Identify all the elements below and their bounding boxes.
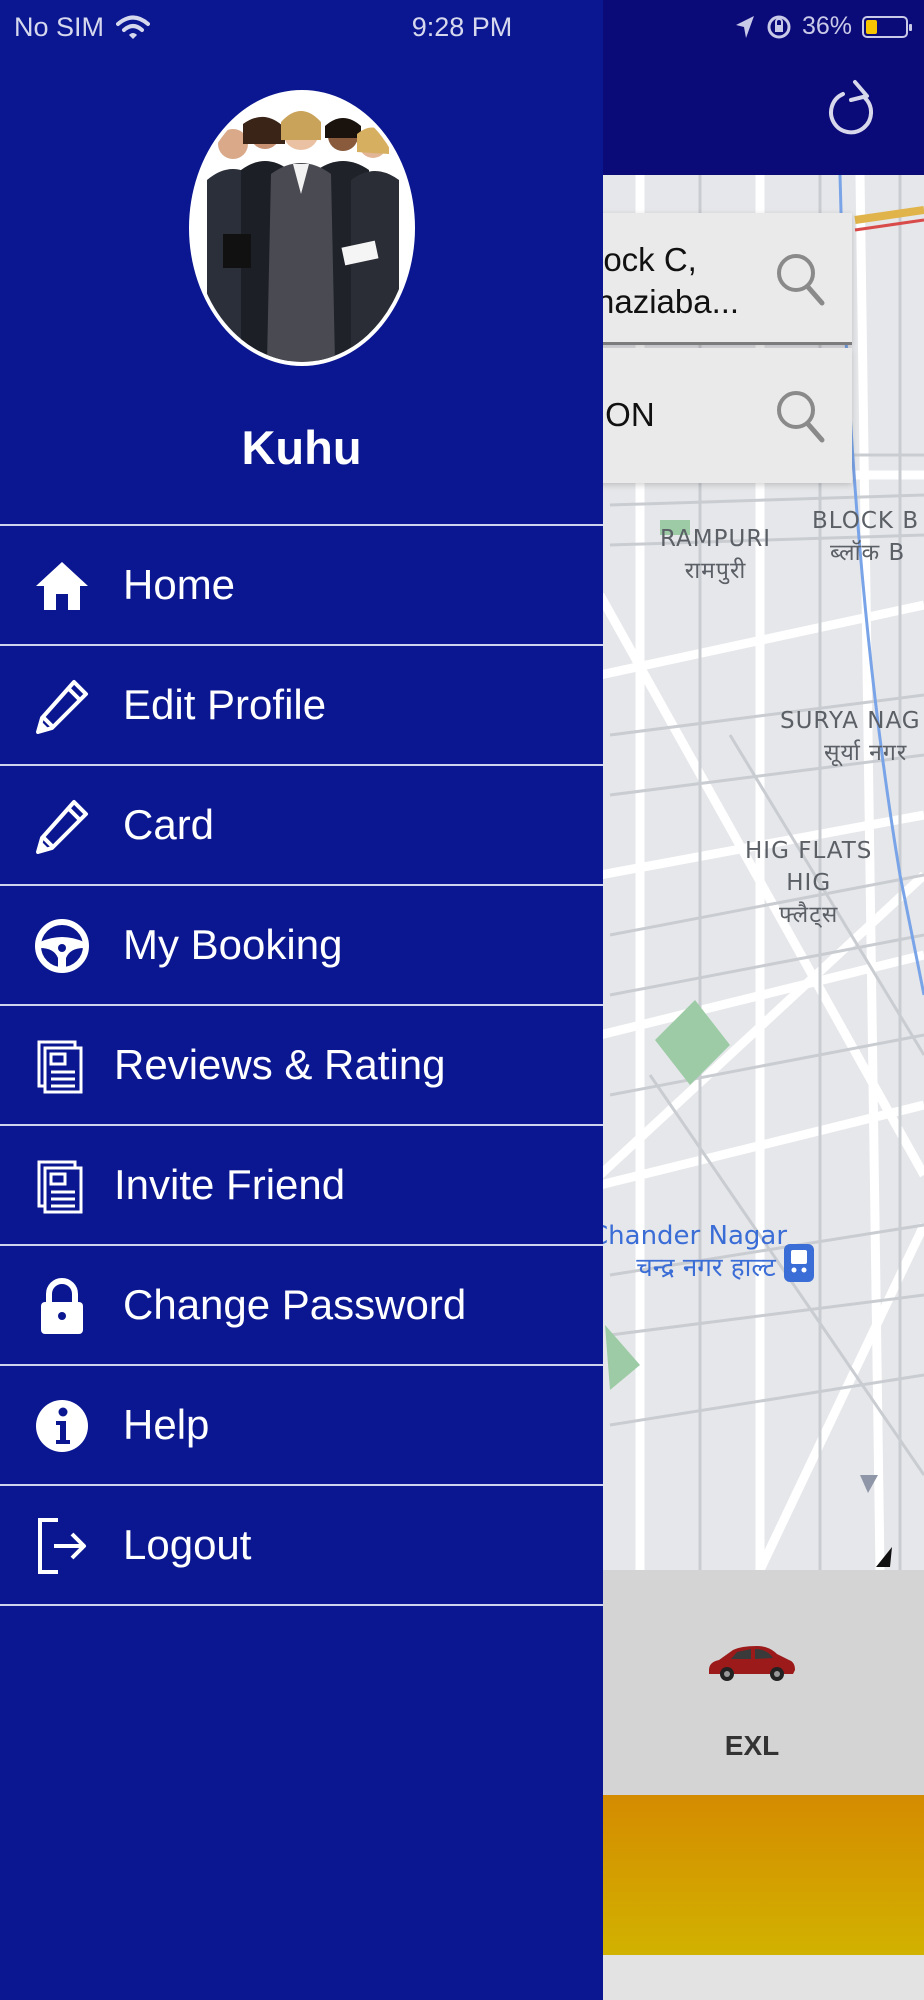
menu-item-invite-friend[interactable]: Invite Friend <box>0 1126 603 1246</box>
menu-item-home[interactable]: Home <box>0 526 603 646</box>
map-label-rampuri: RAMPURI रामपुरी <box>660 526 772 584</box>
train-station-icon[interactable] <box>783 1243 815 1283</box>
receipt-icon <box>30 1156 90 1216</box>
home-icon <box>32 556 92 616</box>
avatar[interactable] <box>189 90 415 366</box>
car-icon[interactable] <box>705 1640 797 1682</box>
pickup-address-text: lock C, haziaba... <box>596 241 740 320</box>
menu-item-help[interactable]: Help <box>0 1366 603 1486</box>
menu-item-card[interactable]: Card <box>0 766 603 886</box>
pencil-icon <box>32 676 92 736</box>
side-drawer: No SIM Kuhu Home Edit Profile Card My Bo… <box>0 0 603 2000</box>
drawer-menu: Home Edit Profile Card My Booking Review… <box>0 524 603 1606</box>
menu-item-edit-profile[interactable]: Edit Profile <box>0 646 603 766</box>
menu-item-label: Edit Profile <box>123 681 327 728</box>
search-icon[interactable] <box>774 388 826 444</box>
menu-item-label: Invite Friend <box>114 1161 346 1208</box>
refresh-icon[interactable] <box>825 78 881 142</box>
map-label-block-b: BLOCK B ब्लॉक B <box>812 508 920 566</box>
lock-icon <box>32 1276 92 1336</box>
info-icon <box>32 1396 92 1456</box>
vehicle-label[interactable]: EXL <box>690 1730 814 1762</box>
pickup-search-box[interactable]: lock C, haziaba... <box>560 213 852 345</box>
map-label-hig-flats: HIG FLATS HIG फ्लैट्स <box>745 838 873 928</box>
menu-item-label: Card <box>123 801 215 848</box>
status-time: 9:28 PM <box>411 12 513 42</box>
search-icon[interactable] <box>774 251 826 307</box>
drop-address-text: ION <box>596 396 655 433</box>
map-label-surya-nagar: SURYA NAG सूर्या नगर <box>780 708 921 766</box>
menu-item-label: Help <box>123 1401 210 1448</box>
menu-item-label: Logout <box>123 1521 252 1568</box>
menu-item-label: Reviews & Rating <box>114 1041 446 1088</box>
menu-item-my-booking[interactable]: My Booking <box>0 886 603 1006</box>
menu-item-label: Change Password <box>123 1281 467 1328</box>
map-label-chander-nagar: Chander Nagar चन्द्र नगर हाल्ट <box>590 1221 788 1283</box>
steering-wheel-icon <box>32 916 92 976</box>
drop-search-box[interactable]: ION <box>560 348 852 483</box>
menu-item-label: Home <box>123 561 236 608</box>
menu-item-reviews-rating[interactable]: Reviews & Rating <box>0 1006 603 1126</box>
user-name: Kuhu <box>241 421 362 474</box>
receipt-icon <box>30 1036 90 1096</box>
menu-item-logout[interactable]: Logout <box>0 1486 603 1606</box>
logout-icon <box>32 1516 92 1576</box>
menu-item-change-password[interactable]: Change Password <box>0 1246 603 1366</box>
pencil-icon <box>32 796 92 856</box>
avatar-image <box>193 94 411 362</box>
menu-item-label: My Booking <box>123 921 343 968</box>
